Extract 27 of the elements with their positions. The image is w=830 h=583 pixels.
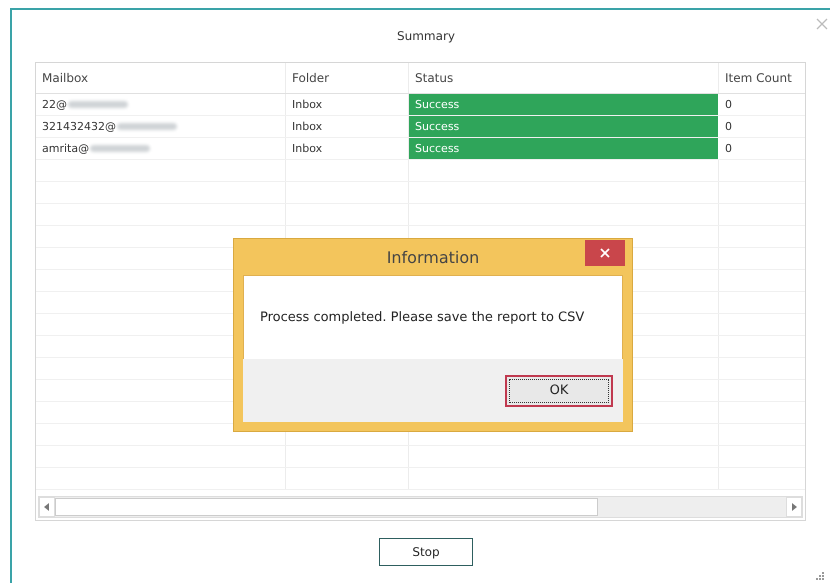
status-cell: Success <box>409 138 719 159</box>
redacted-text <box>68 101 128 108</box>
status-cell: Success <box>409 94 719 115</box>
close-button[interactable] <box>585 240 625 266</box>
table-cell-text: 0 <box>724 141 733 157</box>
stop-button[interactable]: Stop <box>379 538 473 566</box>
dialog-title: Information <box>386 248 480 266</box>
column-header[interactable]: Mailbox <box>36 63 286 93</box>
table-cell-text: 0 <box>724 97 733 113</box>
horizontal-scrollbar[interactable] <box>38 496 803 518</box>
scroll-left-icon[interactable] <box>39 497 55 517</box>
window-title: Summary <box>397 29 455 43</box>
table-cell: amrita@ <box>36 138 286 159</box>
ok-button[interactable]: OK <box>505 374 613 406</box>
column-header[interactable]: Folder <box>286 63 409 93</box>
redacted-text <box>90 145 150 152</box>
table-cell-text: 0 <box>724 119 733 135</box>
status-cell: Success <box>409 116 719 137</box>
table-cell: 321432432@ <box>36 116 286 137</box>
redacted-text <box>117 123 177 130</box>
scroll-right-icon[interactable] <box>786 497 802 517</box>
scroll-thumb[interactable] <box>55 498 598 516</box>
column-header[interactable]: Status <box>409 63 719 93</box>
resize-grip-icon[interactable] <box>816 572 824 580</box>
dialog-message: Process completed. Please save the report to CSV <box>260 310 584 325</box>
column-header[interactable]: Item Count <box>719 63 805 93</box>
table-cell: 22@ <box>36 94 286 115</box>
